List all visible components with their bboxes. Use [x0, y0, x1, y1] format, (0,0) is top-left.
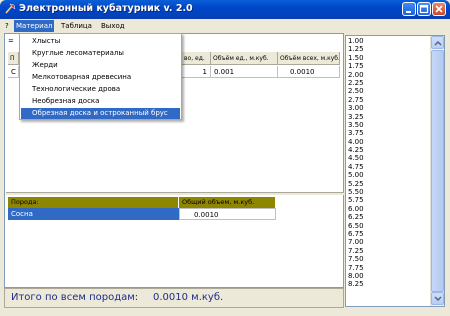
window-title: Электронный кубатурник v. 2.0 — [19, 3, 193, 14]
length-list-item[interactable]: 5.00 — [348, 171, 430, 179]
scroll-down-button[interactable] — [431, 292, 444, 305]
grid1-cell[interactable]: 0.001 — [211, 66, 278, 78]
grid1-header-cell[interactable]: Объём ед., м.куб. — [211, 52, 278, 65]
length-list-item[interactable]: 4.75 — [348, 163, 430, 171]
total-label: Итого по всем породам: — [11, 292, 139, 303]
maximize-icon — [419, 4, 429, 14]
length-list-item[interactable]: 5.75 — [348, 196, 430, 204]
length-list-item[interactable]: 8.25 — [348, 280, 430, 288]
menu-exit[interactable]: Выход — [99, 20, 127, 32]
close-button[interactable] — [432, 2, 446, 16]
grid1-header-cell[interactable]: П — [8, 52, 19, 65]
chevron-up-icon — [434, 41, 442, 46]
title-bar: Электронный кубатурник v. 2.0 — [0, 0, 450, 19]
length-list-item[interactable]: 3.25 — [348, 113, 430, 121]
length-list-item[interactable]: 4.00 — [348, 138, 430, 146]
grid1-cell[interactable]: С — [8, 66, 19, 78]
menu-item-small-wood[interactable]: Мелкотоварная древесина — [21, 72, 180, 83]
length-list-item[interactable]: 2.25 — [348, 79, 430, 87]
length-list-item[interactable]: 4.50 — [348, 154, 430, 162]
length-list-item[interactable]: 6.25 — [348, 213, 430, 221]
close-icon — [435, 5, 443, 13]
grid1-cell[interactable]: 0.0010 — [278, 66, 340, 78]
menu-table[interactable]: Таблица — [59, 20, 94, 32]
splitter[interactable] — [6, 192, 344, 195]
length-list-item[interactable]: 1.00 — [348, 37, 430, 45]
total-panel: Итого по всем породам: 0.0010 м.куб. — [4, 288, 344, 308]
grid2-header-volume[interactable]: Общий объем, м.куб. — [179, 197, 276, 208]
length-list-item[interactable]: 6.50 — [348, 222, 430, 230]
length-list-item[interactable]: 1.75 — [348, 62, 430, 70]
length-list-item[interactable]: 5.50 — [348, 188, 430, 196]
length-list[interactable]: 1.00 1.25 1.50 1.75 2.00 2.25 2.50 2.75 3.00 3.25… — [345, 35, 445, 307]
length-list-item[interactable]: 5.25 — [348, 180, 430, 188]
length-list-item[interactable]: 6.75 — [348, 230, 430, 238]
scroll-up-button[interactable] — [431, 36, 444, 49]
axe-icon[interactable] — [4, 3, 16, 15]
length-list-items: 1.00 1.25 1.50 1.75 2.00 2.25 2.50 2.75 3.00 3.25… — [348, 37, 430, 289]
grid1-cell[interactable]: 1 — [182, 66, 211, 78]
menu-item-round-timber[interactable]: Круглые лесоматериалы — [21, 48, 180, 59]
length-list-item[interactable]: 1.25 — [348, 45, 430, 53]
length-list-item[interactable]: 7.50 — [348, 255, 430, 263]
menu-item-poles[interactable]: Жерди — [21, 60, 180, 71]
menu-bar: ? Материал Таблица Выход — [0, 19, 450, 33]
length-list-item[interactable]: 1.50 — [348, 54, 430, 62]
menu-help[interactable]: ? — [3, 20, 11, 32]
vertical-scrollbar[interactable] — [430, 36, 444, 306]
grid2-cell-species[interactable]: Сосна — [8, 208, 179, 220]
chevron-down-icon — [434, 296, 442, 301]
material-dropdown-menu: Хлысты Круглые лесоматериалы Жерди Мелко… — [19, 33, 182, 120]
length-list-item[interactable]: 3.50 — [348, 121, 430, 129]
menu-material[interactable]: Материал — [14, 20, 55, 32]
length-list-item[interactable]: 2.50 — [348, 87, 430, 95]
length-list-item[interactable]: 7.75 — [348, 264, 430, 272]
length-list-item[interactable]: 7.25 — [348, 247, 430, 255]
minimize-button[interactable] — [402, 2, 416, 16]
menu-item-whips[interactable]: Хлысты — [21, 36, 180, 47]
scroll-thumb[interactable] — [431, 50, 444, 292]
minimize-icon — [406, 11, 411, 13]
length-list-item[interactable]: 3.00 — [348, 104, 430, 112]
maximize-button[interactable] — [417, 2, 431, 16]
menu-item-edged-board[interactable]: Обрезная доска и остроканный брус — [21, 108, 180, 119]
menu-item-unedged-board[interactable]: Необрезная доска — [21, 96, 180, 107]
grid1-header-cell[interactable]: Объём всех, м.куб. — [278, 52, 340, 65]
length-list-item[interactable]: 2.75 — [348, 96, 430, 104]
grid2-cell-volume[interactable]: 0.0010 — [179, 208, 276, 220]
length-list-item[interactable]: 2.00 — [348, 71, 430, 79]
length-list-item[interactable]: 6.00 — [348, 205, 430, 213]
length-list-item[interactable]: 7.00 — [348, 238, 430, 246]
length-list-item[interactable]: 4.25 — [348, 146, 430, 154]
grid1-header-cell[interactable]: во, ед. — [182, 52, 211, 65]
menu-item-firewood[interactable]: Технологические дрова — [21, 84, 180, 95]
length-list-item[interactable]: 8.00 — [348, 272, 430, 280]
total-value: 0.0010 м.куб. — [153, 292, 224, 303]
length-list-item[interactable]: 3.75 — [348, 129, 430, 137]
grid2-header-species[interactable]: Порода: — [8, 197, 179, 208]
